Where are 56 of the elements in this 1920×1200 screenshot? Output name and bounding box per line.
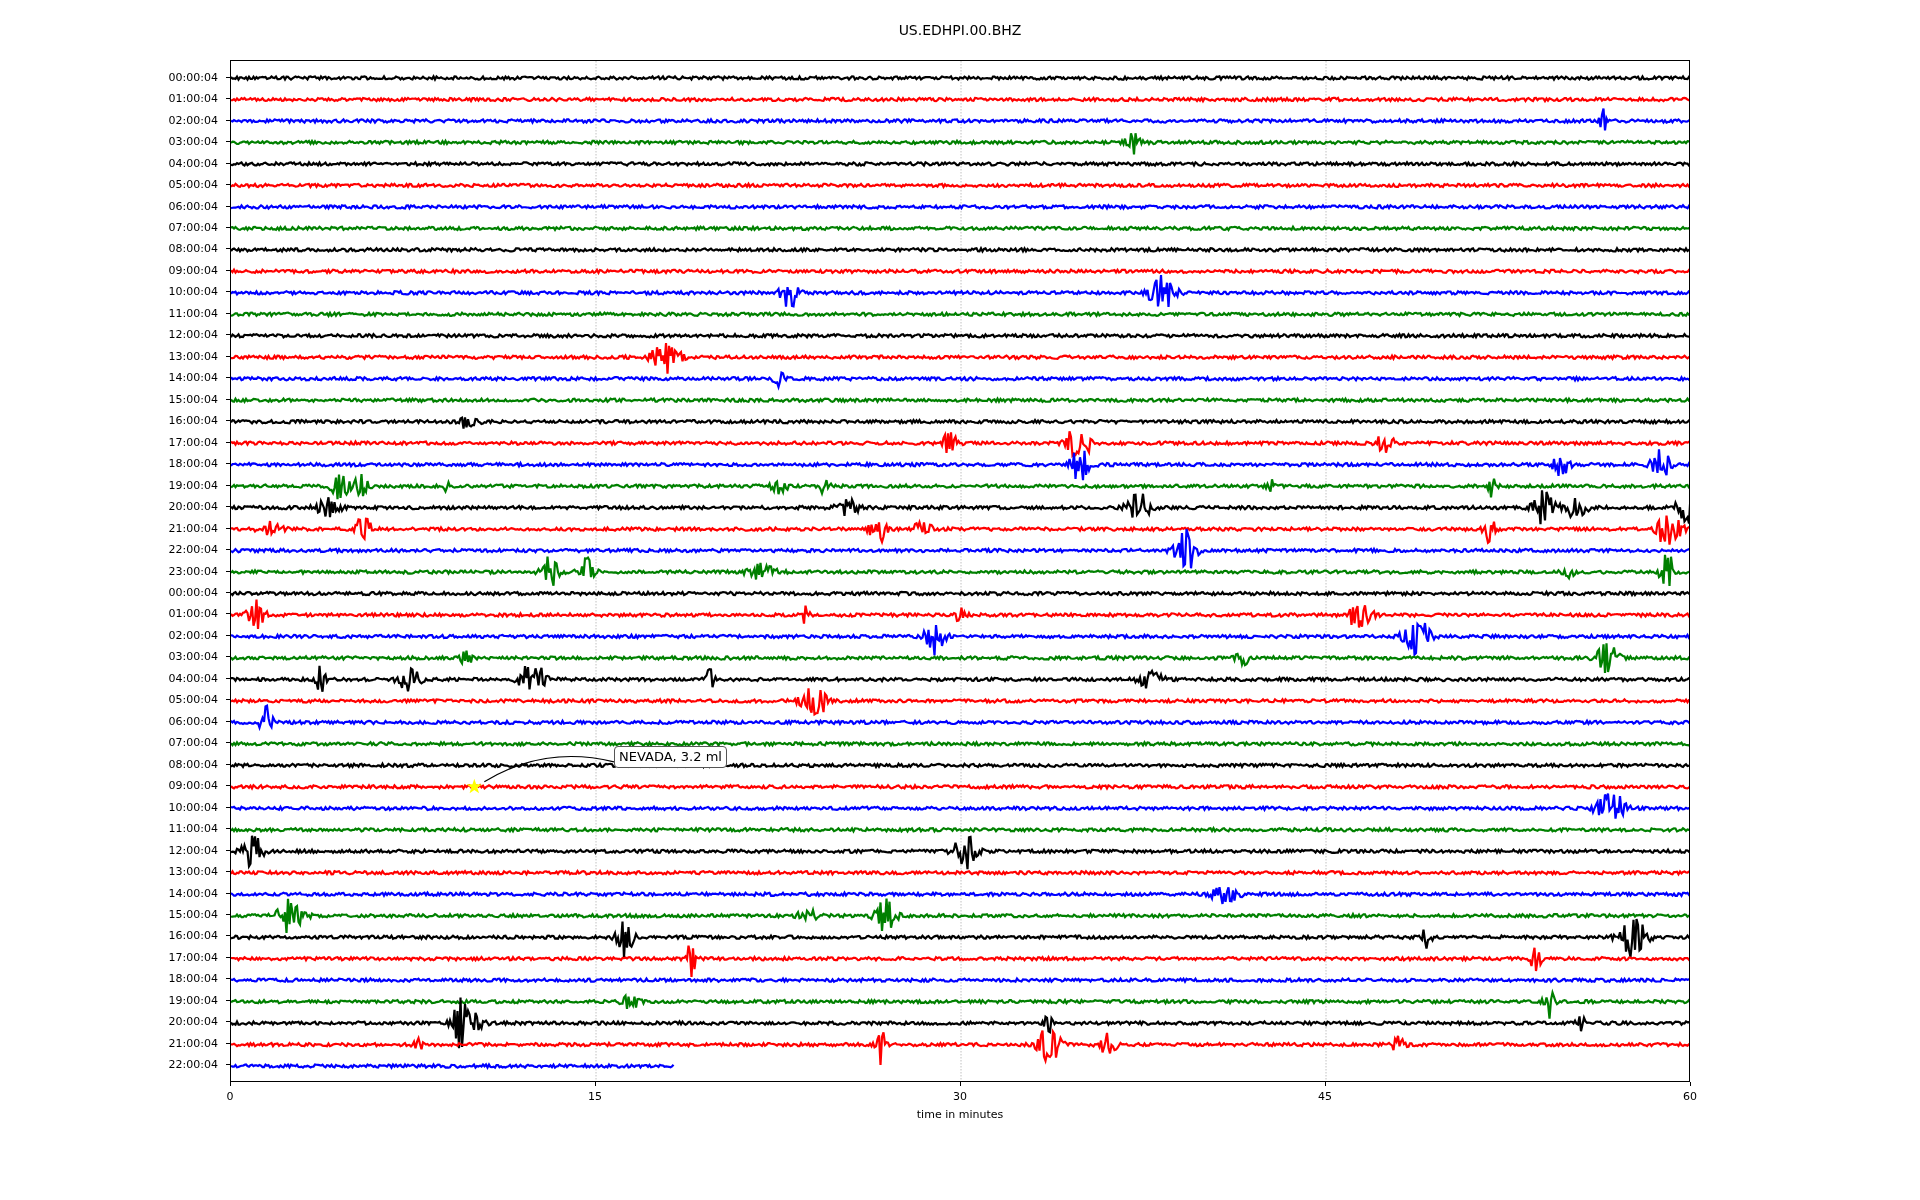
time-label: 03:00:04 [168, 650, 218, 664]
axis-tick-label: 45 [1318, 1090, 1332, 1103]
time-label: 16:00:04 [168, 414, 218, 428]
time-label: 04:00:04 [168, 156, 218, 170]
time-label: 09:00:04 [168, 779, 218, 793]
time-label: 10:00:04 [168, 285, 218, 299]
time-label: 05:00:04 [168, 178, 218, 192]
time-label: 22:00:04 [168, 543, 218, 557]
time-label: 12:00:04 [168, 843, 218, 857]
time-label: 02:00:04 [168, 628, 218, 642]
time-label: 05:00:04 [168, 693, 218, 707]
time-label: 14:00:04 [168, 371, 218, 385]
time-label: 19:00:04 [168, 993, 218, 1007]
time-label: 00:00:04 [168, 586, 218, 599]
time-label: 12:00:04 [168, 328, 218, 342]
time-label: 18:00:04 [168, 972, 218, 986]
time-label: 14:00:04 [168, 886, 218, 900]
time-label: 13:00:04 [168, 865, 218, 879]
time-label: 08:00:04 [168, 757, 218, 771]
time-label: 06:00:04 [168, 714, 218, 728]
event-annotation: NEVADA, 3.2 ml [614, 746, 727, 768]
time-label: 19:00:04 [168, 478, 218, 492]
time-label: 21:00:04 [168, 521, 218, 535]
time-label: 22:00:04 [168, 1058, 218, 1072]
time-label: 18:00:04 [168, 457, 218, 471]
time-label: 07:00:04 [168, 736, 218, 750]
time-label: 11:00:04 [168, 822, 218, 836]
time-label: 17:00:04 [168, 950, 218, 964]
time-label: 21:00:04 [168, 1036, 218, 1050]
time-label: 08:00:04 [168, 242, 218, 256]
axis-tick-label: 15 [588, 1090, 602, 1103]
time-label: 10:00:04 [168, 800, 218, 814]
time-label: 09:00:04 [168, 263, 218, 277]
time-label: 13:00:04 [168, 349, 218, 363]
time-label: 01:00:04 [168, 92, 218, 106]
time-label: 04:00:04 [168, 671, 218, 685]
time-label: 15:00:04 [168, 392, 218, 406]
time-label: 06:00:04 [168, 199, 218, 213]
time-label: 07:00:04 [168, 221, 218, 234]
time-label: 17:00:04 [168, 435, 218, 449]
time-label: 03:00:04 [168, 135, 218, 149]
time-label: 20:00:04 [168, 500, 218, 514]
axis-label: time in minutes [915, 1108, 1005, 1121]
chart-title: US.EDHPI.00.BHZ [897, 22, 1023, 40]
time-label: 23:00:04 [168, 564, 218, 578]
axis-tick-label: 60 [1683, 1090, 1697, 1103]
time-label: 20:00:04 [168, 1015, 218, 1029]
time-label: 15:00:04 [168, 908, 218, 921]
star-icon [466, 778, 482, 794]
time-label: 11:00:04 [168, 306, 218, 320]
time-label: 01:00:04 [168, 607, 218, 621]
time-label: 00:00:04 [168, 70, 218, 84]
axis-tick-label: 30 [953, 1090, 967, 1103]
time-label: 16:00:04 [168, 929, 218, 943]
axis-tick-label: 0 [226, 1090, 234, 1103]
time-label: 02:00:04 [168, 113, 218, 127]
